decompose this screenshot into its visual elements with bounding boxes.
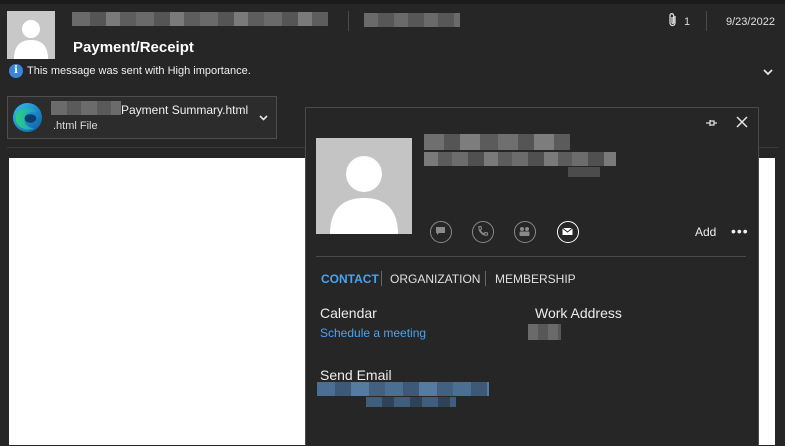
attachment-name-redacted <box>51 101 121 115</box>
pin-icon[interactable] <box>704 116 718 130</box>
contact-email-redacted <box>568 167 600 177</box>
sender-name-redacted[interactable] <box>72 12 328 26</box>
contact-card: Add ••• CONTACT ORGANIZATION MEMBERSHIP … <box>305 107 759 446</box>
attachment-count: 1 <box>684 16 691 28</box>
mail-icon[interactable] <box>557 221 579 243</box>
message-date: 9/23/2022 <box>726 16 775 28</box>
tab-organization[interactable]: ORGANIZATION <box>390 272 480 286</box>
schedule-meeting-link[interactable]: Schedule a meeting <box>320 326 426 340</box>
attachment-tile[interactable]: Payment Summary.html .html File <box>7 96 277 139</box>
call-icon[interactable] <box>472 221 494 243</box>
recipient-redacted[interactable] <box>364 13 460 27</box>
close-icon[interactable] <box>734 114 750 130</box>
header-divider <box>348 11 349 31</box>
tab-divider <box>485 271 486 286</box>
info-icon: i <box>9 64 23 78</box>
contact-name-redacted <box>424 134 570 150</box>
chevron-down-icon[interactable] <box>762 66 774 78</box>
contact-photo <box>316 138 412 234</box>
more-options-icon[interactable]: ••• <box>731 223 749 239</box>
email-address-redacted <box>366 397 456 407</box>
importance-notice: This message was sent with High importan… <box>27 65 251 77</box>
chevron-down-icon[interactable] <box>258 112 269 123</box>
header-divider <box>706 11 707 31</box>
contact-email-redacted <box>424 152 616 166</box>
calendar-label: Calendar <box>320 305 377 321</box>
attachment-name: Payment Summary.html <box>121 103 249 117</box>
work-address-redacted <box>528 324 561 340</box>
tab-contact[interactable]: CONTACT <box>321 272 379 286</box>
tab-membership[interactable]: MEMBERSHIP <box>495 272 576 286</box>
edge-browser-icon <box>12 102 43 133</box>
sender-avatar[interactable] <box>7 11 55 59</box>
window-top-edge <box>0 0 785 4</box>
im-icon[interactable] <box>430 221 452 243</box>
paperclip-icon[interactable] <box>667 12 679 32</box>
video-icon[interactable] <box>514 221 536 243</box>
email-address-redacted[interactable] <box>317 382 489 396</box>
divider <box>316 256 746 257</box>
tab-divider <box>381 271 382 286</box>
add-contact-button[interactable]: Add <box>695 225 716 239</box>
work-address-label: Work Address <box>535 305 622 321</box>
attachment-type: .html File <box>53 120 98 132</box>
message-subject: Payment/Receipt <box>73 39 194 56</box>
send-email-label: Send Email <box>320 367 392 383</box>
